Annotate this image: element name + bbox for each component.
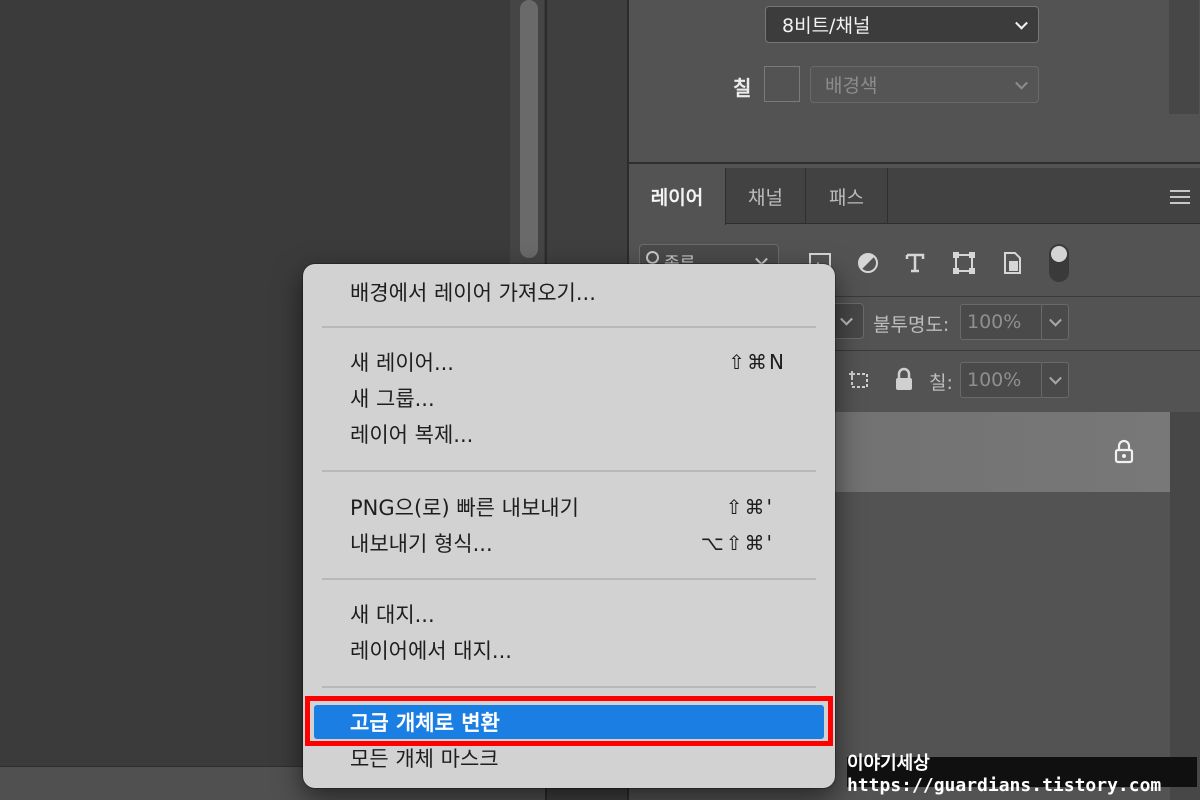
- menu-item-duplicate-layer[interactable]: 레이어 복제...: [314, 417, 824, 451]
- properties-scrollbar[interactable]: [1169, 0, 1199, 114]
- opacity-value: 100%: [967, 311, 1022, 333]
- toggle-knob: [1051, 246, 1067, 262]
- menu-item-label: 레이어 복제...: [350, 423, 474, 447]
- search-icon: [646, 251, 659, 264]
- menu-item-label: 고급 개체로 변환: [350, 711, 500, 735]
- fill-opacity-dropdown[interactable]: [1041, 362, 1069, 398]
- chevron-down-icon: [1015, 76, 1028, 90]
- fill-opacity-value: 100%: [967, 369, 1022, 391]
- menu-item-label: 레이어에서 대지...: [350, 639, 512, 663]
- menu-item-new-group[interactable]: 새 그룹...: [314, 381, 824, 415]
- filter-toggle[interactable]: [1049, 244, 1069, 282]
- menu-item-all-object-masks[interactable]: 모든 개체 마스크: [314, 741, 824, 775]
- chevron-down-icon: [1049, 371, 1062, 385]
- panel-menu-icon[interactable]: [1170, 190, 1190, 204]
- chevron-down-icon: [1015, 16, 1028, 30]
- tab-channels[interactable]: 채널: [726, 168, 806, 224]
- fill-opacity-input[interactable]: 100%: [960, 362, 1044, 398]
- menu-separator: [322, 326, 816, 328]
- properties-panel: 8비트/채널 칠 배경색: [629, 0, 1200, 164]
- menu-shortcut: ⇧⌘N: [728, 350, 786, 374]
- lock-icon: [1113, 439, 1135, 465]
- layers-scrollbar[interactable]: [1170, 412, 1200, 800]
- opacity-dropdown[interactable]: [1041, 304, 1069, 340]
- fill-color-select[interactable]: 배경색: [810, 66, 1039, 103]
- menu-item-new-layer[interactable]: 새 레이어... ⇧⌘N: [314, 345, 824, 379]
- fill-label: 칠: [733, 76, 752, 100]
- menu-item-convert-to-smart-object[interactable]: 고급 개체로 변환: [314, 705, 824, 739]
- tab-label: 채널: [748, 186, 783, 209]
- shape-filter-icon[interactable]: [951, 250, 977, 276]
- menu-item-layer-from-background[interactable]: 배경에서 레이어 가져오기...: [314, 275, 824, 309]
- type-filter-icon[interactable]: [902, 250, 928, 276]
- menu-item-label: PNG으(로) 빠른 내보내기: [350, 496, 579, 520]
- opacity-input[interactable]: 100%: [960, 304, 1044, 340]
- menu-item-label: 새 레이어...: [350, 351, 454, 375]
- watermark: 이야기세상 https://guardians.tistory.com: [847, 753, 1197, 796]
- tab-paths[interactable]: 패스: [806, 168, 888, 224]
- tab-label: 레이어: [650, 187, 704, 209]
- fill-opacity-label: 칠:: [929, 372, 953, 394]
- chevron-down-icon: [840, 312, 853, 326]
- menu-item-quick-export-png[interactable]: PNG으(로) 빠른 내보내기 ⇧⌘': [314, 490, 824, 524]
- menu-shortcut: ⇧⌘': [725, 495, 774, 519]
- smart-object-filter-icon[interactable]: [999, 250, 1025, 276]
- menu-item-label: 새 대지...: [350, 603, 435, 627]
- menu-item-label: 배경에서 레이어 가져오기...: [350, 281, 596, 305]
- menu-separator: [322, 686, 816, 688]
- menu-item-label: 모든 개체 마스크: [350, 747, 499, 771]
- lock-all-icon[interactable]: [893, 367, 919, 393]
- menu-shortcut: ⌥⇧⌘': [700, 531, 774, 555]
- menu-item-export-as[interactable]: 내보내기 형식... ⌥⇧⌘': [314, 526, 824, 560]
- canvas-scroll-thumb[interactable]: [520, 0, 538, 258]
- chevron-down-icon: [1049, 313, 1062, 327]
- tab-label: 패스: [829, 186, 864, 209]
- menu-separator: [322, 578, 816, 580]
- menu-separator: [322, 470, 816, 472]
- layer-context-menu: 배경에서 레이어 가져오기... 새 레이어... ⇧⌘N 새 그룹... 레이…: [303, 264, 835, 788]
- menu-item-label: 내보내기 형식...: [350, 532, 493, 556]
- fill-color-swatch[interactable]: [764, 66, 800, 102]
- bit-depth-value: 8비트/채널: [782, 15, 871, 37]
- tab-layers[interactable]: 레이어: [629, 168, 726, 225]
- menu-item-label: 새 그룹...: [350, 387, 435, 411]
- fill-color-value: 배경색: [825, 75, 878, 97]
- menu-item-artboard-from-layers[interactable]: 레이어에서 대지...: [314, 633, 824, 667]
- adjustment-filter-icon[interactable]: [855, 250, 881, 276]
- menu-item-new-artboard[interactable]: 새 대지...: [314, 597, 824, 631]
- opacity-label: 불투명도:: [873, 314, 950, 336]
- lock-artboard-icon[interactable]: [847, 367, 873, 393]
- bit-depth-select[interactable]: 8비트/채널: [765, 6, 1039, 43]
- layers-tab-bar: 레이어 채널 패스: [629, 168, 1200, 225]
